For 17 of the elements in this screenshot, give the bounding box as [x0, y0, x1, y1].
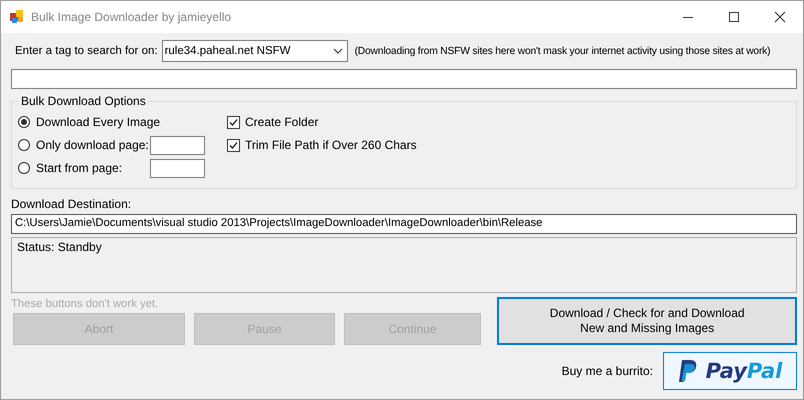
path-field[interactable]: C:\Users\Jamie\Documents\visual studio 2013\Projects\ImageDownloader\ImageDownloader\bin\Release [11, 214, 797, 234]
group-title: Bulk Download Options [18, 94, 149, 108]
hint-text: These buttons don't work yet. [11, 298, 160, 310]
search-label: Enter a tag to search for on: [15, 45, 158, 57]
download-button[interactable]: Download / Check for and Download New and Missing Images [497, 297, 797, 345]
radio-label: Download Every Image [36, 115, 160, 129]
status-box: Status: Standby [11, 237, 797, 293]
checkbox-label: Trim File Path if Over 260 Chars [245, 138, 417, 152]
radio-label: Only download page: [36, 138, 149, 152]
checkbox-label: Create Folder [245, 115, 318, 129]
donate-label: Buy me a burrito: [562, 364, 653, 378]
radio-label: Start from page: [36, 161, 122, 175]
window-title: Bulk Image Downloader by jamieyello [31, 10, 232, 24]
paypal-button[interactable]: PayPal [663, 352, 797, 390]
site-dropdown[interactable]: rule34.paheal.net NSFW [162, 40, 348, 62]
destination-label: Download Destination: [11, 197, 132, 211]
warning-note: (Downloading from NSFW sites here won't mask your internet activity using those sites at work) [354, 46, 770, 56]
